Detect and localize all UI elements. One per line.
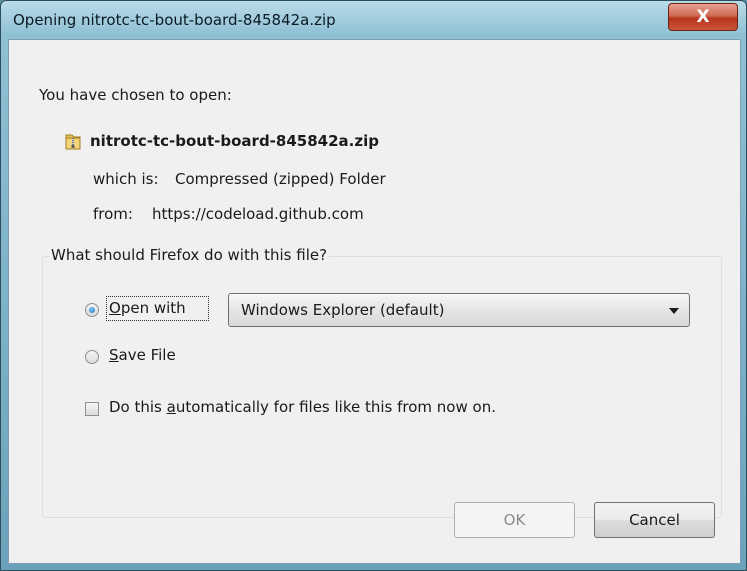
dialog-window: Opening nitrotc-tc-bout-board-845842a.zi… xyxy=(0,0,747,571)
from-label: from: xyxy=(93,205,133,223)
file-type-value: Compressed (zipped) Folder xyxy=(175,170,386,188)
dialog-content: You have chosen to open: nitrotc-tc-bout… xyxy=(8,39,741,564)
close-icon: X xyxy=(696,7,710,27)
title-bar[interactable]: Opening nitrotc-tc-bout-board-845842a.zi… xyxy=(1,1,746,41)
cancel-button[interactable]: Cancel xyxy=(594,502,715,538)
which-is-label: which is: xyxy=(93,170,159,188)
auto-checkbox[interactable] xyxy=(85,402,99,416)
application-select[interactable]: Windows Explorer (default) xyxy=(228,293,690,327)
close-button[interactable]: X xyxy=(668,3,738,31)
zip-folder-icon xyxy=(65,134,81,150)
application-select-value: Windows Explorer (default) xyxy=(241,301,445,319)
file-name: nitrotc-tc-bout-board-845842a.zip xyxy=(90,132,379,150)
open-with-label[interactable]: Open with xyxy=(109,299,186,317)
source-url-value: https://codeload.github.com xyxy=(152,205,364,223)
save-file-label[interactable]: Save File xyxy=(109,346,176,364)
chevron-down-icon xyxy=(669,308,679,314)
intro-heading: You have chosen to open: xyxy=(39,86,232,104)
ok-button[interactable]: OK xyxy=(454,502,575,538)
action-group-legend: What should Firefox do with this file? xyxy=(49,246,330,264)
save-file-radio[interactable] xyxy=(85,350,99,364)
window-title: Opening nitrotc-tc-bout-board-845842a.zi… xyxy=(13,11,336,29)
open-with-radio[interactable] xyxy=(85,303,99,317)
auto-checkbox-label[interactable]: Do this automatically for files like thi… xyxy=(109,398,496,416)
